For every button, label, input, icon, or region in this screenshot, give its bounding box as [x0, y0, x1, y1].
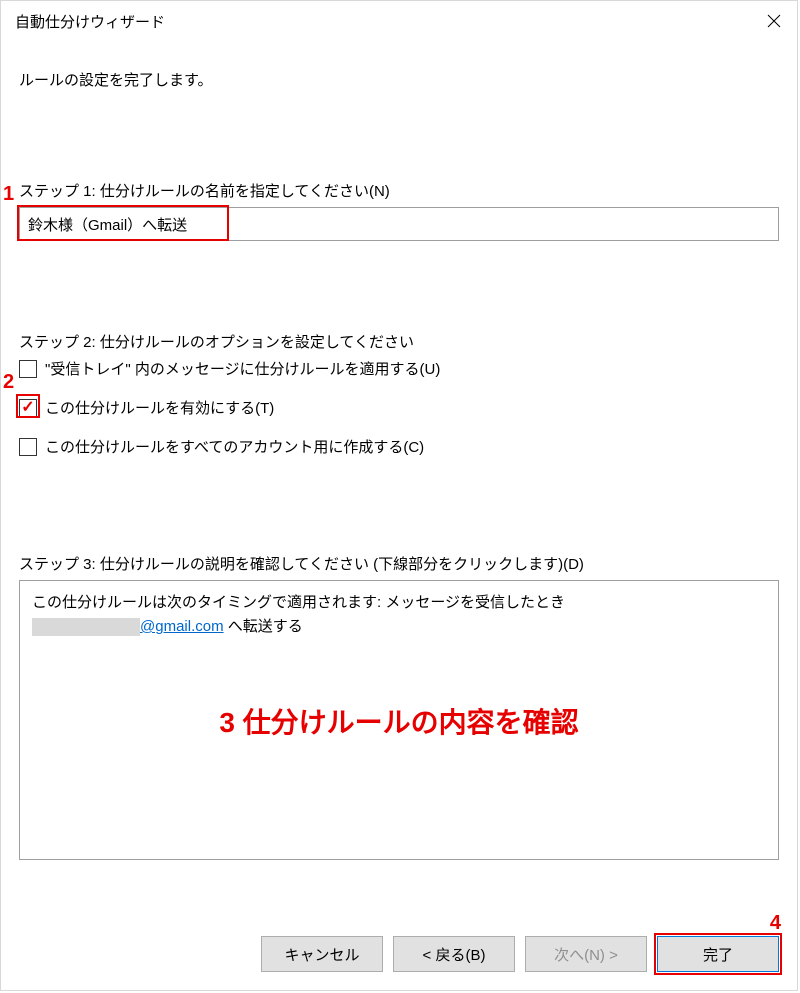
annotation-number-2: 2 — [3, 371, 14, 394]
cancel-button[interactable]: キャンセル — [261, 936, 383, 972]
content-area: ルールの設定を完了します。 ステップ 1: 仕分けルールの名前を指定してください… — [1, 41, 797, 860]
close-button[interactable] — [751, 1, 797, 41]
option-apply-inbox: "受信トレイ" 内のメッセージに仕分けルールを適用する(U) — [19, 358, 779, 379]
checkbox-all-accounts[interactable] — [19, 438, 37, 456]
step1-label: ステップ 1: 仕分けルールの名前を指定してください(N) — [19, 180, 779, 201]
desc-suffix: へ転送する — [224, 618, 303, 635]
window-title: 自動仕分けウィザード — [15, 11, 165, 32]
desc-line-1: この仕分けルールは次のタイミングで適用されます: メッセージを受信したとき — [32, 591, 766, 615]
annotation-text-3: 3 仕分けルールの内容を確認 — [219, 701, 578, 741]
back-button[interactable]: < 戻る(B) — [393, 936, 515, 972]
finish-button[interactable]: 完了 — [657, 936, 779, 972]
redacted-email-prefix — [32, 618, 140, 636]
step2-label: ステップ 2: 仕分けルールのオプションを設定してください — [19, 331, 779, 352]
close-icon — [767, 14, 781, 28]
step2-block: ステップ 2: 仕分けルールのオプションを設定してください "受信トレイ" 内の… — [19, 331, 779, 457]
rule-name-input-wrap: 1 — [19, 207, 779, 241]
checkbox-apply-inbox[interactable] — [19, 360, 37, 378]
page-heading: ルールの設定を完了します。 — [19, 69, 779, 90]
email-link[interactable]: @gmail.com — [140, 618, 224, 635]
rule-name-input[interactable] — [19, 207, 779, 241]
checkbox-enable-rule[interactable] — [19, 399, 37, 417]
desc-line-2: @gmail.com へ転送する — [32, 615, 766, 639]
wizard-window: 自動仕分けウィザード ルールの設定を完了します。 ステップ 1: 仕分けルールの… — [0, 0, 798, 991]
option-apply-inbox-label: "受信トレイ" 内のメッセージに仕分けルールを適用する(U) — [45, 358, 440, 379]
option-enable-rule-label: この仕分けルールを有効にする(T) — [45, 397, 274, 418]
finish-button-wrap: 完了 4 — [657, 936, 779, 972]
option-enable-rule: この仕分けルールを有効にする(T) 2 — [19, 397, 779, 418]
option-all-accounts-label: この仕分けルールをすべてのアカウント用に作成する(C) — [45, 436, 424, 457]
annotation-number-1: 1 — [3, 183, 14, 206]
annotation-number-4: 4 — [770, 912, 781, 935]
option-all-accounts: この仕分けルールをすべてのアカウント用に作成する(C) — [19, 436, 779, 457]
rule-description-box[interactable]: この仕分けルールは次のタイミングで適用されます: メッセージを受信したとき @g… — [19, 580, 779, 860]
next-button: 次へ(N) > — [525, 936, 647, 972]
titlebar: 自動仕分けウィザード — [1, 1, 797, 41]
step3-label: ステップ 3: 仕分けルールの説明を確認してください (下線部分をクリックします… — [19, 553, 779, 574]
button-row: キャンセル < 戻る(B) 次へ(N) > 完了 4 — [261, 936, 779, 972]
